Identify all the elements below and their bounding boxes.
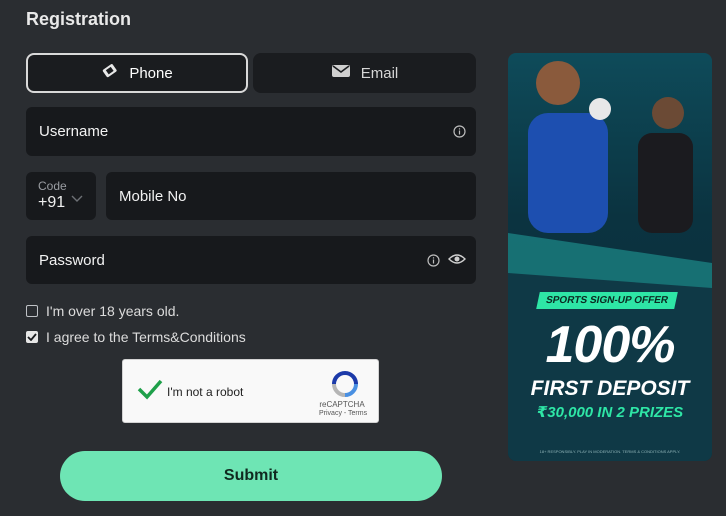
promo-banner[interactable]: SPORTS SIGN-UP OFFER 100% FIRST DEPOSIT … [508,53,712,461]
envelope-icon [331,63,351,83]
tab-phone[interactable]: Phone [26,53,248,93]
promo-subheadline: FIRST DEPOSIT [530,377,690,400]
chevron-down-icon [71,190,83,208]
username-field[interactable]: Username [26,107,476,156]
promo-prize: ₹30,000 IN 2 PRIZES [536,404,684,421]
tab-email[interactable]: Email [253,53,476,93]
recaptcha-widget[interactable]: I'm not a robot reCAPTCHA Privacy - Term… [122,359,379,423]
page-title: Registration [26,9,132,29]
info-icon[interactable] [427,254,440,272]
code-value: +91 [38,194,66,211]
terms-checkbox-row[interactable]: I agree to the Terms&Conditions [26,329,246,345]
recaptcha-logo-icon [331,370,359,403]
mobile-label: Mobile No [119,188,187,205]
username-label: Username [39,123,109,140]
country-code-select[interactable]: Code +91 [26,172,96,220]
mobile-field[interactable]: Mobile No [106,172,476,220]
code-label: Code [38,179,67,193]
tab-email-label: Email [360,64,399,82]
eye-icon[interactable] [448,252,466,271]
recaptcha-links[interactable]: Privacy - Terms [319,410,367,417]
password-label: Password [39,252,105,269]
age-checkbox-row[interactable]: I'm over 18 years old. [26,303,179,319]
age-checkbox-label: I'm over 18 years old. [46,303,180,319]
info-icon[interactable] [453,125,466,143]
password-field[interactable]: Password [26,236,476,284]
tab-phone-label: Phone [129,64,173,82]
age-checkbox[interactable] [26,305,38,317]
terms-checkbox-label: I agree to the Terms&Conditions [46,329,246,345]
recaptcha-text: I'm not a robot [167,385,244,399]
recaptcha-brand: reCAPTCHA [319,400,365,409]
terms-checkbox[interactable] [26,331,38,343]
promo-footnote: 18+ RESPONSIBLY. PLAY IN MODERATION. TER… [539,449,681,454]
submit-button[interactable]: Submit [60,451,442,501]
promo-badge: SPORTS SIGN-UP OFFER [536,292,678,309]
checkmark-icon[interactable] [137,378,163,405]
promo-headline: 100% [545,316,676,374]
phone-icon [101,62,119,84]
